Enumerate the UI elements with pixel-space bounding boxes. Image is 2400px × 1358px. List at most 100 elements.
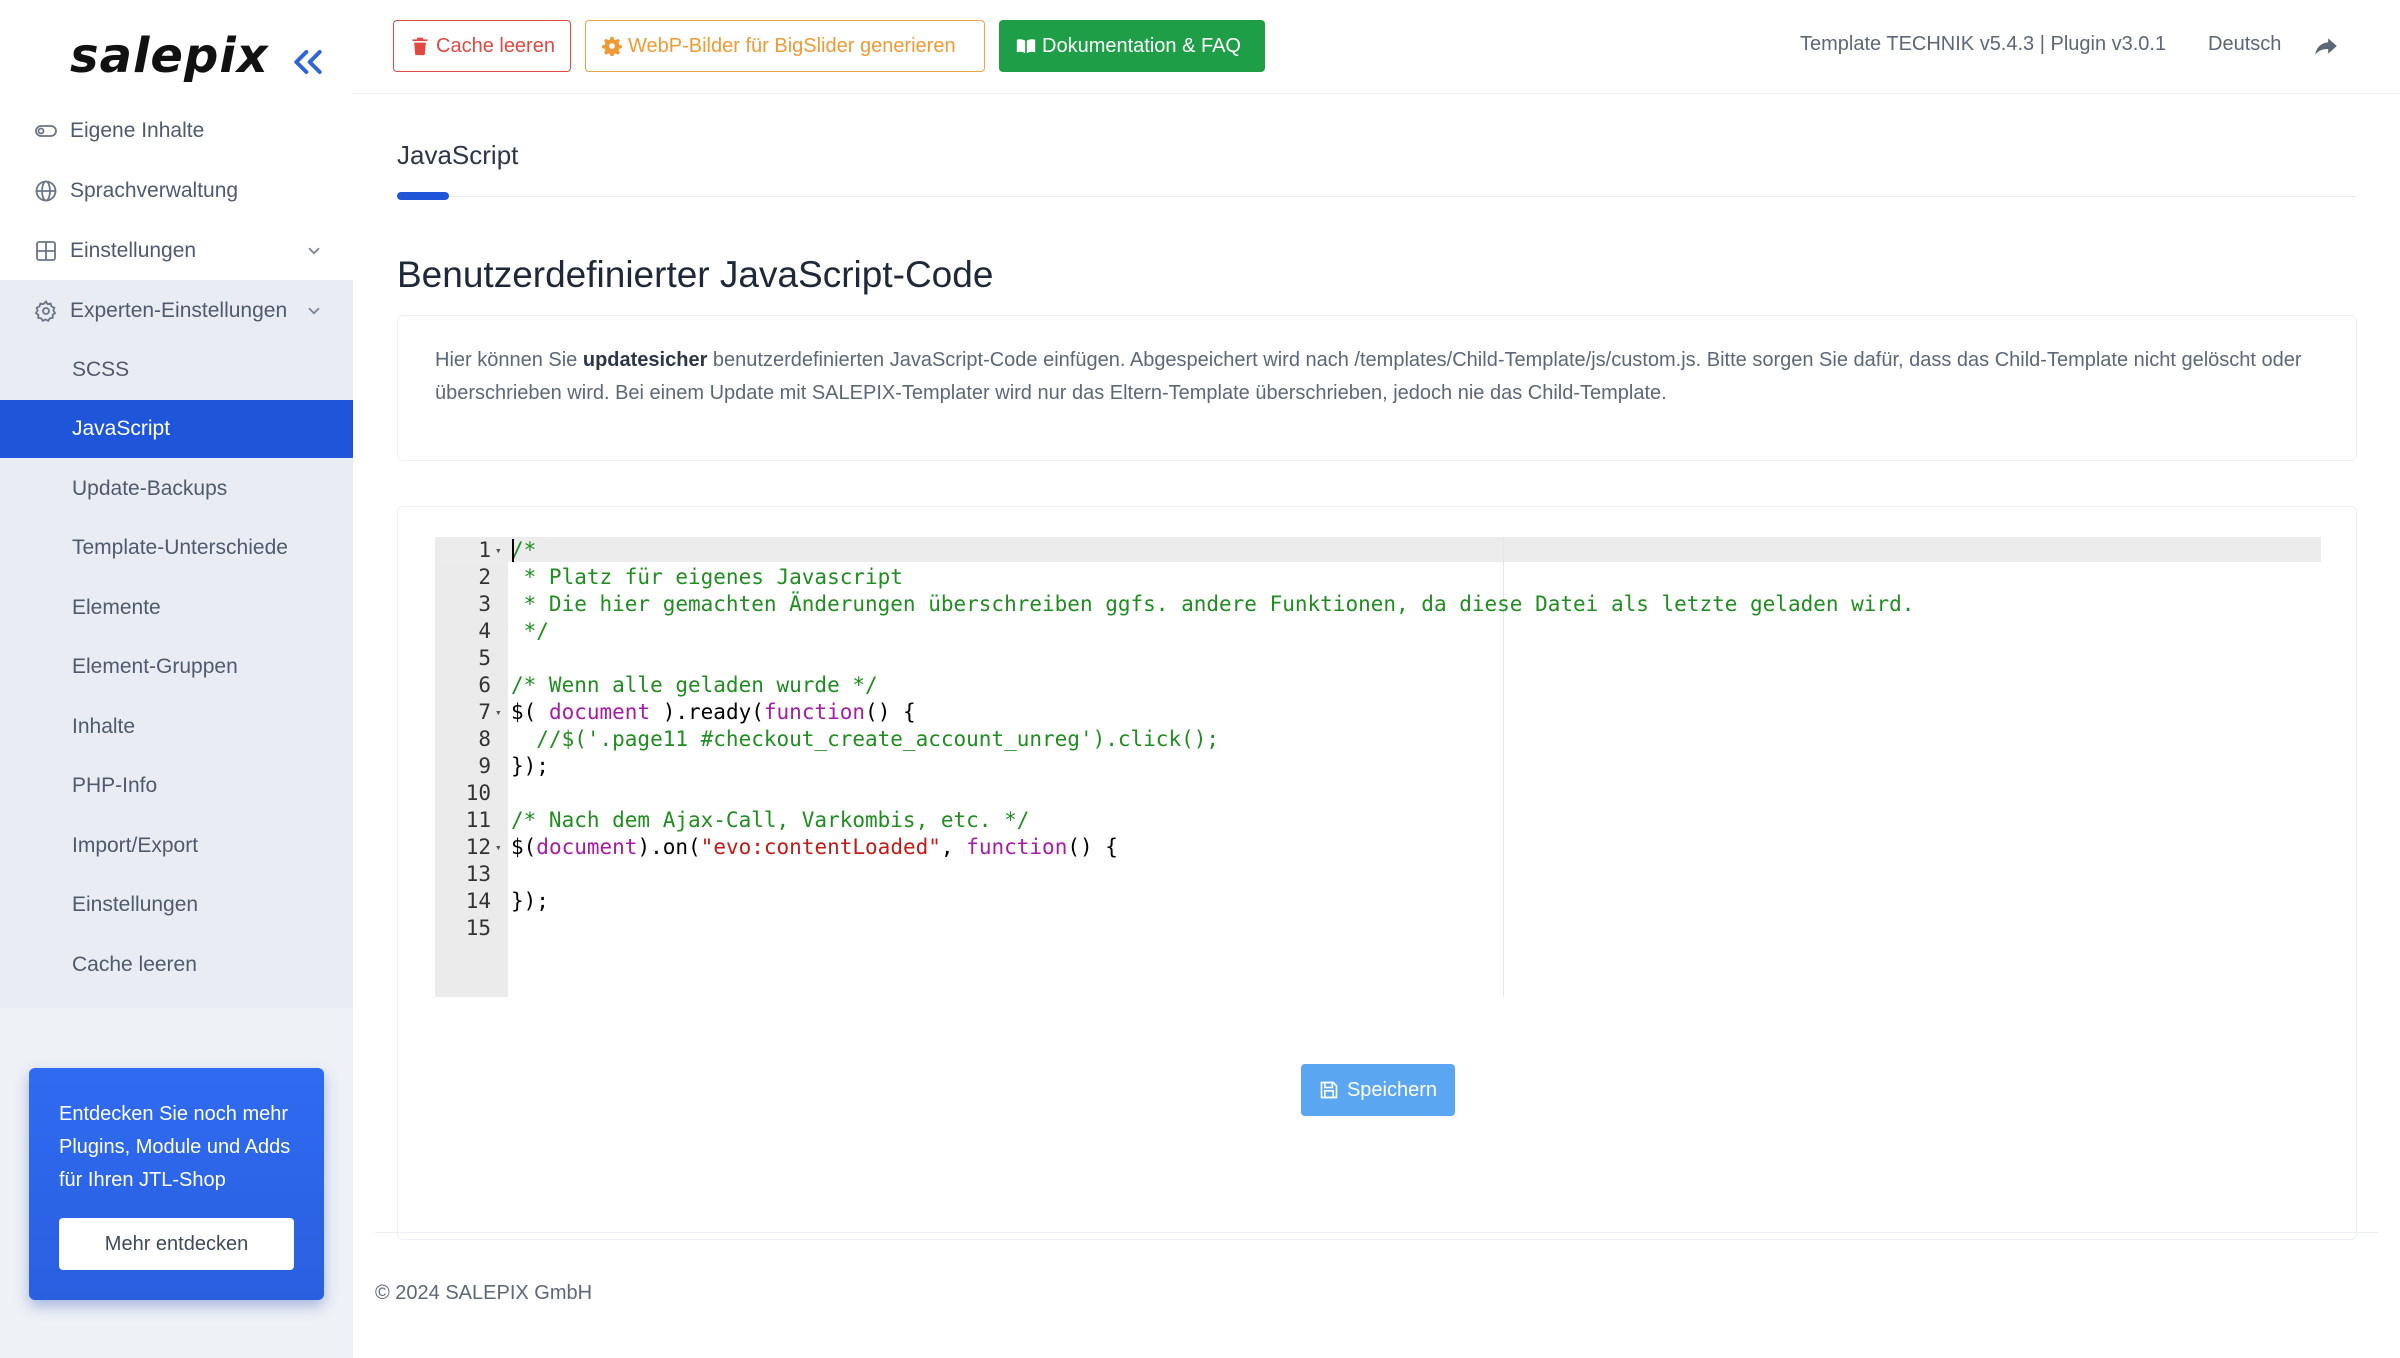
fold-toggle-icon[interactable]: ▾ (495, 834, 505, 861)
fold-toggle-icon[interactable]: ▾ (495, 537, 505, 564)
code-editor[interactable]: 1 ▾ 2 3 4 5 6 7 ▾ 8 9 10 11 12 ▾ 13 14 15 /* * Platz für … (435, 537, 2321, 997)
code-line: * Platz für eigenes Javascript (511, 565, 903, 589)
sidebar-item-label: Einstellungen (70, 239, 197, 262)
footer-divider (375, 1232, 2379, 1233)
cache-clear-label: Cache leeren (436, 34, 555, 57)
page-title: Benutzerdefinierter JavaScript-Code (397, 254, 994, 295)
code-token: () { (1067, 835, 1118, 859)
sidebar-subitem-label: Einstellungen (72, 893, 199, 916)
code-token: ).ready( (650, 700, 764, 724)
footer-copyright: © 2024 SALEPIX GmbH (375, 1282, 593, 1304)
globe-icon (35, 180, 57, 202)
floppy-disk-icon (1320, 1081, 1338, 1099)
code-token: function (966, 835, 1068, 859)
info-text-bold: updatesicher (582, 349, 708, 371)
toggle-icon (35, 125, 57, 137)
promo-text: Entdecken Sie noch mehr Plugins, Module … (59, 1103, 291, 1191)
code-line: //$('.page11 #checkout_create_account_un… (511, 727, 1220, 751)
code-token: , (940, 835, 967, 859)
sidebar-subitem-label: Update-Backups (72, 477, 228, 500)
grid-icon (36, 241, 56, 261)
code-token: document (548, 700, 651, 724)
line-number: 4 (478, 619, 491, 643)
line-number: 13 (465, 862, 491, 886)
webp-generate-label: WebP-Bilder für BigSlider generieren (628, 34, 956, 57)
line-number: 9 (478, 754, 491, 778)
cache-clear-button[interactable]: Cache leeren (393, 20, 571, 72)
main-content: JavaScript Benutzerdefinierter JavaScrip… (353, 94, 2400, 1358)
chevron-down-icon (308, 307, 320, 315)
sidebar-item-experten-einstellungen[interactable]: Experten-Einstellungen (0, 282, 353, 340)
code-line: }); (511, 754, 549, 778)
sidebar-subitem-cache-leeren[interactable]: Cache leeren (0, 936, 353, 994)
active-line-highlight (435, 537, 2321, 562)
logo: salepix (70, 28, 269, 84)
sidebar-subitem-import-export[interactable]: Import/Export (0, 817, 353, 875)
line-number: 12 (465, 835, 491, 859)
line-number: 1 (478, 538, 491, 562)
line-number: 7 (478, 700, 491, 724)
sidebar-subitem-label: Element-Gruppen (72, 655, 238, 678)
code-token: document (536, 835, 638, 859)
sidebar-subitem-label: JavaScript (72, 417, 171, 440)
sidebar-item-sprachverwaltung[interactable]: Sprachverwaltung (0, 162, 353, 220)
save-button-label: Speichern (1346, 1078, 1438, 1101)
line-number: 6 (478, 673, 491, 697)
code-line: /* (511, 538, 537, 562)
book-open-icon (1016, 39, 1036, 54)
code-line: $(document).on("evo:contentLoaded", func… (511, 834, 1118, 861)
sidebar-subitem-elemente[interactable]: Elemente (0, 579, 353, 637)
sidebar-subitem-javascript[interactable]: JavaScript (0, 400, 353, 458)
trash-icon (412, 37, 428, 56)
code-token: $( (511, 700, 549, 724)
sidebar-subitem-label: SCSS (72, 358, 130, 381)
sidebar: salepix Eigene Inhalte Sprachverwaltung … (0, 0, 353, 1358)
info-card: Hier können Sie updatesicher benutzerdef… (397, 315, 2357, 461)
sidebar-subitem-php-info[interactable]: PHP-Info (0, 757, 353, 815)
tab-active-indicator (397, 192, 449, 200)
sidebar-subitem-label: PHP-Info (72, 774, 158, 797)
sidebar-subitem-template-unterschiede[interactable]: Template-Unterschiede (0, 519, 353, 577)
gear-icon (34, 300, 57, 322)
line-number: 8 (478, 727, 491, 751)
documentation-label: Dokumentation & FAQ (1042, 34, 1241, 57)
code-token: $( (511, 835, 537, 859)
promo-card: Entdecken Sie noch mehr Plugins, Module … (29, 1068, 324, 1300)
sidebar-subitem-update-backups[interactable]: Update-Backups (0, 460, 353, 518)
code-line: */ (511, 619, 549, 643)
sidebar-subitem-element-gruppen[interactable]: Element-Gruppen (0, 638, 353, 696)
code-line: }); (511, 889, 549, 913)
code-token: "evo:contentLoaded" (700, 835, 941, 859)
sidebar-subitem-einstellungen[interactable]: Einstellungen (0, 876, 353, 934)
line-number: 5 (478, 646, 491, 670)
tab-divider (397, 196, 2357, 197)
editor-card: 1 ▾ 2 3 4 5 6 7 ▾ 8 9 10 11 12 ▾ 13 14 15 /* * Platz für … (397, 506, 2357, 1240)
sidebar-item-label: Eigene Inhalte (70, 119, 205, 142)
sidebar-subitem-scss[interactable]: SCSS (0, 341, 353, 399)
code-line: * Die hier gemachten Änderungen überschr… (511, 592, 1915, 616)
webp-generate-button[interactable]: WebP-Bilder für BigSlider generieren (585, 20, 985, 72)
sidebar-subitem-label: Template-Unterschiede (72, 536, 288, 559)
sidebar-subitem-label: Elemente (72, 596, 161, 619)
sidebar-item-eigene-inhalte[interactable]: Eigene Inhalte (0, 102, 353, 160)
fold-toggle-icon[interactable]: ▾ (495, 699, 505, 726)
code-line: /* Wenn alle geladen wurde */ (511, 673, 878, 697)
code-token: () { (865, 700, 916, 724)
sidebar-subitem-label: Import/Export (72, 834, 199, 857)
line-number: 15 (465, 916, 491, 940)
documentation-button[interactable]: Dokumentation & FAQ (999, 20, 1265, 72)
promo-button[interactable]: Mehr entdecken (59, 1218, 294, 1270)
share-forward-icon[interactable] (2313, 33, 2339, 59)
text-cursor (512, 539, 514, 562)
language-selector[interactable]: Deutsch (2208, 33, 2281, 56)
line-number: 10 (465, 781, 491, 805)
chevrons-left-icon[interactable] (288, 42, 328, 82)
tab-javascript[interactable]: JavaScript (397, 140, 518, 171)
sidebar-subitem-inhalte[interactable]: Inhalte (0, 698, 353, 756)
gear-icon (602, 36, 622, 56)
sidebar-item-label: Experten-Einstellungen (70, 299, 288, 322)
sidebar-item-einstellungen[interactable]: Einstellungen (0, 222, 353, 280)
save-button[interactable]: Speichern (1301, 1064, 1455, 1116)
sidebar-subitem-label: Inhalte (72, 715, 136, 738)
chevron-down-icon (308, 247, 320, 255)
